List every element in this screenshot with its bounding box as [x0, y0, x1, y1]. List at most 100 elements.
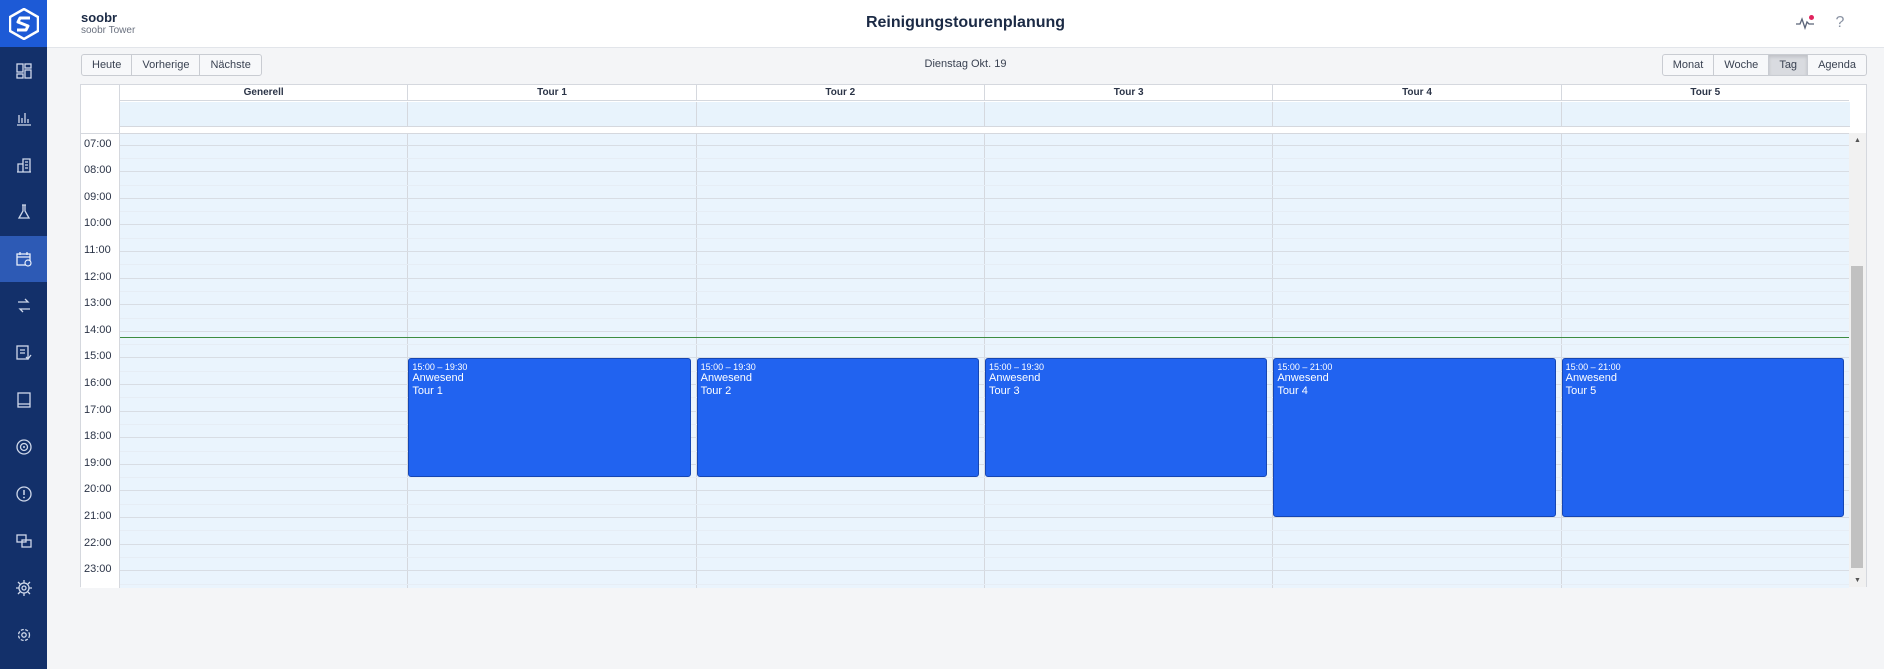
checklist-icon: [15, 345, 32, 360]
hour-line: [119, 517, 1849, 519]
half-hour-line: [119, 530, 1849, 532]
sidebar-item-dashboard[interactable]: [0, 48, 47, 94]
vertical-scrollbar[interactable]: ▲ ▼: [1849, 133, 1866, 587]
time-slot-label: 16:00: [84, 377, 112, 390]
soobr-logo-icon: [8, 7, 39, 40]
sidebar-item-people[interactable]: [0, 518, 47, 564]
view-day-button[interactable]: Tag: [1768, 54, 1809, 76]
sidebar-item-target[interactable]: [0, 424, 47, 470]
hour-line: [119, 277, 1849, 279]
notification-dot: [1809, 15, 1814, 20]
lab-flask-icon: [17, 204, 30, 219]
book-icon: [16, 392, 31, 408]
view-agenda-button[interactable]: Agenda: [1807, 54, 1867, 76]
hour-line: [119, 304, 1849, 306]
page-title: Reinigungstourenplanung: [865, 14, 1066, 31]
event-title: Anwesend: [1277, 372, 1329, 385]
event-tour: Tour 1: [412, 385, 443, 398]
help-button[interactable]: ?: [1830, 13, 1850, 33]
half-hour-line: [119, 583, 1849, 585]
next-button[interactable]: Nächste: [199, 54, 262, 76]
column-header: Tour 2: [695, 85, 984, 101]
view-week-button[interactable]: Woche: [1713, 54, 1770, 76]
scroll-up-arrow-icon[interactable]: ▲: [1849, 133, 1866, 147]
all-day-separator: [1560, 102, 1562, 126]
event-time: 15:00 – 19:30: [700, 362, 756, 373]
time-grid[interactable]: 07:00 08:00 09:00 10:00 11:00 12:00 13:00 14:00…: [81, 133, 1849, 588]
today-button[interactable]: Heute: [81, 54, 133, 76]
sidebar-item-cog-group[interactable]: [0, 565, 47, 611]
all-day-separator: [695, 102, 697, 126]
sidebar-item-lab-flask[interactable]: [0, 189, 47, 235]
time-slot-label: 21:00: [84, 510, 112, 523]
event-title: Anwesend: [1565, 372, 1618, 385]
time-slot-label: 15:00: [84, 350, 112, 363]
app-logo[interactable]: [0, 0, 47, 47]
hour-line: [119, 144, 1849, 146]
dashboard-icon: [15, 63, 32, 79]
view-month-button[interactable]: Monat: [1661, 54, 1715, 76]
time-slot-label: 18:00: [84, 430, 112, 443]
event-time: 15:00 – 19:30: [988, 362, 1045, 373]
event-tour: Tour 3: [988, 385, 1020, 398]
half-hour-line: [119, 290, 1849, 292]
calendar-event[interactable]: 15:00 – 19:30 Anwesend Tour 3: [984, 358, 1268, 478]
all-day-separator: [983, 102, 985, 126]
sidebar-item-alert[interactable]: [0, 471, 47, 517]
event-tour: Tour 2: [700, 385, 732, 398]
previous-button[interactable]: Vorherige: [131, 54, 201, 76]
target-icon: [15, 439, 32, 455]
time-slot-label: 07:00: [84, 137, 112, 150]
sidebar-item-building[interactable]: [0, 142, 47, 188]
settings-icon: [17, 628, 30, 642]
calendar-event[interactable]: 15:00 – 19:30 Anwesend Tour 2: [696, 358, 979, 478]
time-slot-label: 17:00: [84, 403, 112, 416]
calendar-event[interactable]: 15:00 – 21:00 Anwesend Tour 4: [1273, 358, 1556, 518]
activity-button[interactable]: [1795, 13, 1815, 33]
scroll-down-arrow-icon[interactable]: ▼: [1849, 573, 1866, 587]
calendar-event[interactable]: 15:00 – 21:00 Anwesend Tour 5: [1561, 358, 1844, 518]
time-slot-label: 12:00: [84, 270, 112, 283]
time-slot-label: 14:00: [84, 323, 112, 336]
half-hour-line: [119, 317, 1849, 319]
current-time-indicator: [119, 337, 1849, 339]
swap-icon: [17, 298, 30, 313]
hour-line: [119, 543, 1849, 545]
event-title: Anwesend: [988, 372, 1041, 385]
sidebar-item-book[interactable]: [0, 377, 47, 423]
hour-line: [119, 330, 1849, 332]
half-hour-line: [119, 556, 1849, 558]
sidebar-item-settings[interactable]: [0, 612, 47, 658]
event-time: 15:00 – 21:00: [1277, 362, 1333, 373]
hour-line: [119, 171, 1849, 173]
column-header: Tour 5: [1560, 85, 1849, 101]
sidebar-item-swap[interactable]: [0, 283, 47, 329]
scroll-thumb[interactable]: [1851, 266, 1863, 568]
hour-line: [119, 224, 1849, 226]
calendar-event[interactable]: 15:00 – 19:30 Anwesend Tour 1: [408, 358, 691, 478]
sidebar-item-checklist[interactable]: [0, 330, 47, 376]
time-slot-label: 20:00: [84, 483, 112, 496]
event-title: Anwesend: [700, 372, 753, 385]
sidebar-item-calendar[interactable]: [0, 236, 47, 282]
hour-line: [119, 570, 1849, 572]
bar-chart-icon: [16, 113, 31, 126]
event-time: 15:00 – 19:30: [412, 362, 468, 373]
time-slot-label: 22:00: [84, 536, 112, 549]
view-button-group: Monat Woche Tag Agenda: [1661, 54, 1867, 76]
top-header: soobr soobr Tower Reinigungstourenplanun…: [47, 0, 1884, 48]
column-header: Tour 4: [1272, 85, 1561, 101]
all-day-separator: [1272, 102, 1274, 126]
half-hour-line: [119, 211, 1849, 213]
sidebar-item-bar-chart[interactable]: [0, 95, 47, 141]
nav-button-group: Heute Vorherige Nächste: [81, 54, 262, 76]
half-hour-line: [119, 264, 1849, 266]
time-slot-label: 11:00: [84, 244, 111, 257]
time-slot-label: 23:00: [84, 563, 112, 576]
people-icon: [15, 534, 32, 548]
event-tour: Tour 5: [1565, 385, 1597, 398]
gutter-header: [81, 85, 120, 133]
hour-line: [119, 197, 1849, 199]
sidebar: [0, 0, 47, 669]
time-slot-label: 09:00: [84, 190, 112, 203]
